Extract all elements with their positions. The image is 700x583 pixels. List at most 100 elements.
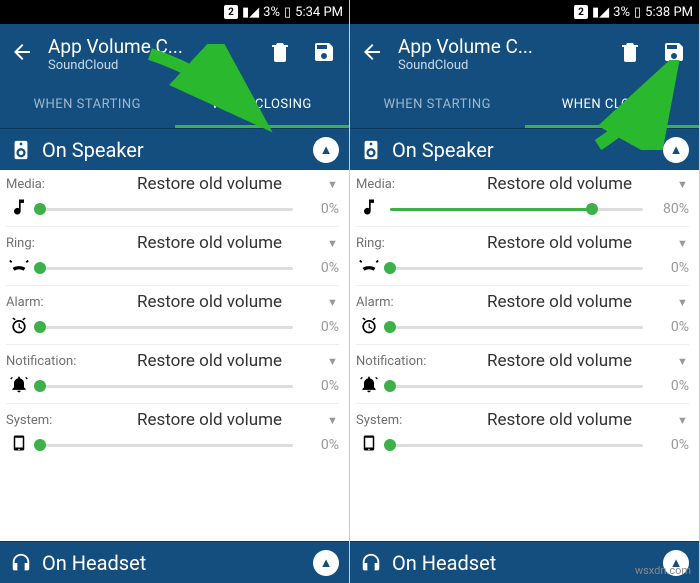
chevron-down-icon: ▼	[327, 237, 339, 250]
volume-row: System: Restore old volume ▼ 0%	[0, 406, 349, 462]
chevron-down-icon: ▼	[327, 414, 339, 427]
alarm-icon	[356, 315, 382, 340]
row-action-dropdown[interactable]: Restore old volume	[448, 351, 671, 371]
bell-icon	[6, 374, 32, 399]
volume-row: Media: Restore old volume ▼ 0%	[0, 170, 349, 229]
signal-icon: ▮◢	[242, 5, 259, 20]
chevron-down-icon: ▼	[677, 296, 689, 309]
battery-icon: ▯	[634, 5, 641, 20]
appbar-titles: App Volume C... SoundCloud	[48, 35, 251, 73]
delete-button[interactable]	[615, 40, 645, 68]
row-percent: 80%	[651, 201, 689, 217]
row-label: Ring:	[356, 236, 442, 251]
volume-row: System: Restore old volume ▼ 0%	[350, 406, 699, 462]
appbar-subtitle: SoundCloud	[398, 58, 601, 73]
appbar-subtitle: SoundCloud	[48, 58, 251, 73]
section-speaker-label: On Speaker	[42, 138, 144, 162]
chevron-up-icon: ▲	[320, 555, 333, 571]
tab-when-closing[interactable]: WHEN CLOSING	[525, 84, 700, 128]
volume-slider[interactable]	[40, 267, 293, 270]
row-label: System:	[356, 413, 442, 428]
watermark: wsxdn.com	[635, 564, 691, 577]
volume-slider[interactable]	[40, 208, 293, 211]
save-icon	[312, 40, 336, 64]
volume-row: Media: Restore old volume ▼ 80%	[350, 170, 699, 229]
volume-list: Media: Restore old volume ▼ 80% Ring: Re…	[350, 170, 699, 541]
row-action-dropdown[interactable]: Restore old volume	[98, 233, 321, 253]
tabs: WHEN STARTING WHEN CLOSING	[0, 84, 349, 128]
row-label: Alarm:	[6, 295, 92, 310]
arrow-left-icon	[10, 40, 34, 64]
tab-when-starting[interactable]: WHEN STARTING	[350, 84, 525, 128]
panel-left: 2 ▮◢ 3% ▯ 5:34 PM App Volume C... SoundC…	[0, 0, 350, 583]
signal-icon: ▮◢	[592, 5, 609, 20]
note-icon	[6, 197, 32, 222]
delete-button[interactable]	[265, 40, 295, 68]
row-action-dropdown[interactable]: Restore old volume	[448, 233, 671, 253]
collapse-button[interactable]: ▲	[313, 137, 339, 163]
speaker-icon	[360, 139, 382, 161]
save-icon	[662, 40, 686, 64]
row-percent: 0%	[301, 378, 339, 394]
section-headset-label: On Headset	[42, 551, 146, 575]
row-action-dropdown[interactable]: Restore old volume	[98, 174, 321, 194]
volume-slider[interactable]	[390, 444, 643, 447]
row-action-dropdown[interactable]: Restore old volume	[98, 292, 321, 312]
chevron-down-icon: ▼	[677, 414, 689, 427]
row-label: Media:	[6, 177, 92, 192]
app-bar: App Volume C... SoundCloud	[350, 24, 699, 84]
chevron-down-icon: ▼	[677, 178, 689, 191]
clock: 5:34 PM	[295, 5, 343, 20]
row-percent: 0%	[651, 319, 689, 335]
volume-slider[interactable]	[390, 385, 643, 388]
chevron-down-icon: ▼	[327, 355, 339, 368]
section-on-speaker[interactable]: On Speaker ▲	[350, 128, 699, 170]
back-button[interactable]	[360, 40, 384, 68]
chevron-down-icon: ▼	[677, 237, 689, 250]
row-action-dropdown[interactable]: Restore old volume	[98, 410, 321, 430]
volume-slider[interactable]	[390, 326, 643, 329]
row-label: System:	[6, 413, 92, 428]
section-speaker-label: On Speaker	[392, 138, 494, 162]
row-action-dropdown[interactable]: Restore old volume	[448, 292, 671, 312]
ring-icon	[356, 255, 382, 282]
note-icon	[356, 197, 382, 222]
status-bar: 2 ▮◢ 3% ▯ 5:34 PM	[0, 0, 349, 24]
volume-slider[interactable]	[390, 208, 643, 211]
section-on-speaker[interactable]: On Speaker ▲	[0, 128, 349, 170]
save-button[interactable]	[309, 40, 339, 68]
headset-icon	[360, 552, 382, 574]
appbar-title: App Volume C...	[398, 35, 601, 58]
volume-slider[interactable]	[40, 385, 293, 388]
volume-slider[interactable]	[390, 267, 643, 270]
tab-when-starting[interactable]: WHEN STARTING	[0, 84, 175, 128]
back-button[interactable]	[10, 40, 34, 68]
row-percent: 0%	[301, 260, 339, 276]
row-label: Alarm:	[356, 295, 442, 310]
panel-right: 2 ▮◢ 3% ▯ 5:38 PM App Volume C... SoundC…	[350, 0, 700, 583]
volume-slider[interactable]	[40, 444, 293, 447]
sim-badge: 2	[574, 5, 588, 19]
trash-icon	[618, 40, 642, 64]
row-action-dropdown[interactable]: Restore old volume	[448, 174, 671, 194]
chevron-down-icon: ▼	[327, 178, 339, 191]
volume-row: Ring: Restore old volume ▼ 0%	[0, 229, 349, 288]
row-action-dropdown[interactable]: Restore old volume	[448, 410, 671, 430]
row-percent: 0%	[301, 437, 339, 453]
collapse-button[interactable]: ▲	[313, 550, 339, 576]
save-button[interactable]	[659, 40, 689, 68]
phone-icon	[356, 433, 382, 458]
volume-row: Notification: Restore old volume ▼ 0%	[0, 347, 349, 406]
volume-slider[interactable]	[40, 326, 293, 329]
volume-row: Alarm: Restore old volume ▼ 0%	[350, 288, 699, 347]
row-percent: 0%	[651, 437, 689, 453]
row-percent: 0%	[651, 378, 689, 394]
tab-when-closing[interactable]: WHEN CLOSING	[175, 84, 350, 128]
section-on-headset[interactable]: On Headset ▲	[0, 541, 349, 583]
row-action-dropdown[interactable]: Restore old volume	[98, 351, 321, 371]
trash-icon	[268, 40, 292, 64]
speaker-icon	[10, 139, 32, 161]
chevron-up-icon: ▲	[320, 142, 333, 158]
row-percent: 0%	[301, 201, 339, 217]
collapse-button[interactable]: ▲	[663, 137, 689, 163]
